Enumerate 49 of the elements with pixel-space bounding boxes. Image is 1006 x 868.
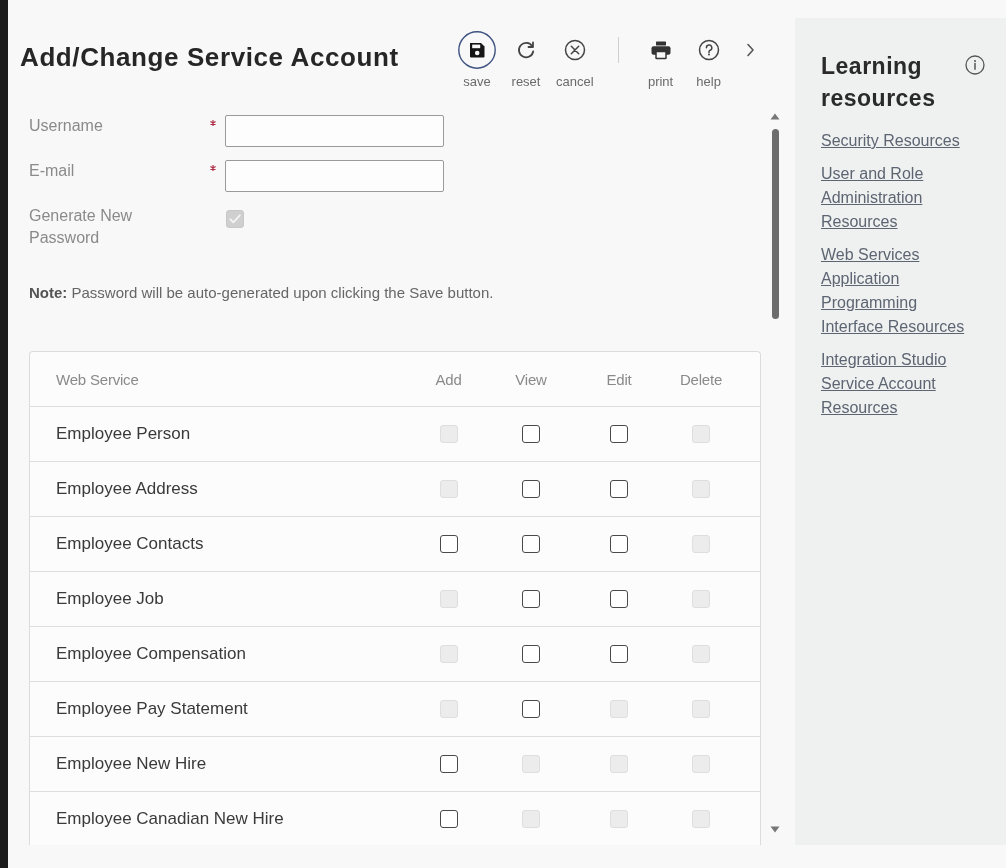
permission-checkbox[interactable] xyxy=(610,425,628,443)
resource-link[interactable]: Security Resources xyxy=(821,129,960,153)
permission-checkbox[interactable] xyxy=(522,535,540,553)
web-service-name: Employee Compensation xyxy=(55,644,247,664)
web-service-name: Employee Pay Statement xyxy=(55,699,249,719)
column-header: Add xyxy=(435,370,462,388)
web-service-name: Employee Canadian New Hire xyxy=(55,809,285,829)
permission-checkbox[interactable] xyxy=(522,700,540,718)
text-input-field[interactable] xyxy=(225,160,444,192)
web-service-name: Employee Job xyxy=(55,589,165,609)
web-service-name: Employee Person xyxy=(55,424,192,444)
resource-link[interactable]: Integration Studio Service Account Resources xyxy=(821,348,983,420)
permission-checkbox[interactable] xyxy=(610,535,628,553)
permission-checkbox[interactable] xyxy=(439,755,458,773)
permission-checkbox[interactable] xyxy=(522,645,540,663)
permission-checkbox[interactable] xyxy=(522,425,540,443)
reset-button[interactable]: reset xyxy=(503,31,549,90)
permission-checkbox[interactable] xyxy=(439,535,458,553)
cancel-button[interactable]: cancel xyxy=(551,31,599,90)
field-label: Username xyxy=(29,116,104,136)
help-button[interactable]: help xyxy=(685,31,732,90)
note-text: Note: Password will be auto-generated upon clicking the Save button. xyxy=(29,283,495,303)
scroll-up-arrow-icon[interactable] xyxy=(770,113,780,120)
permission-checkbox[interactable] xyxy=(522,590,540,608)
panel-heading: Learning resources xyxy=(821,52,937,113)
web-service-name: Employee New Hire xyxy=(55,754,208,774)
resource-link[interactable]: User and Role Administration Resources xyxy=(821,162,983,234)
column-header: Edit xyxy=(606,370,632,388)
scrollbar-thumb[interactable] xyxy=(771,129,779,319)
text-input-field[interactable] xyxy=(225,115,444,147)
column-header: Web Service xyxy=(55,370,139,388)
resource-link[interactable]: Web Services Application Programming Interface Resources xyxy=(821,243,983,339)
field-label: Generate New Password xyxy=(29,206,134,248)
info-icon[interactable] xyxy=(965,55,985,75)
permission-checkbox[interactable] xyxy=(610,645,628,663)
column-header: Delete xyxy=(679,370,723,388)
save-button[interactable]: save xyxy=(453,31,501,90)
column-header: View xyxy=(515,370,547,388)
print-button[interactable]: print xyxy=(637,31,684,90)
permission-checkbox[interactable] xyxy=(610,480,628,498)
page-title: Add/Change Service Account xyxy=(20,42,400,72)
permission-checkbox[interactable] xyxy=(439,810,458,828)
web-service-name: Employee Contacts xyxy=(55,534,205,554)
permission-checkbox[interactable] xyxy=(610,590,628,608)
field-label: E-mail xyxy=(29,161,76,181)
web-service-name: Employee Address xyxy=(55,479,199,499)
permission-checkbox[interactable] xyxy=(522,480,540,498)
checkmark-icon xyxy=(229,214,241,224)
scroll-down-arrow-icon[interactable] xyxy=(770,826,780,833)
